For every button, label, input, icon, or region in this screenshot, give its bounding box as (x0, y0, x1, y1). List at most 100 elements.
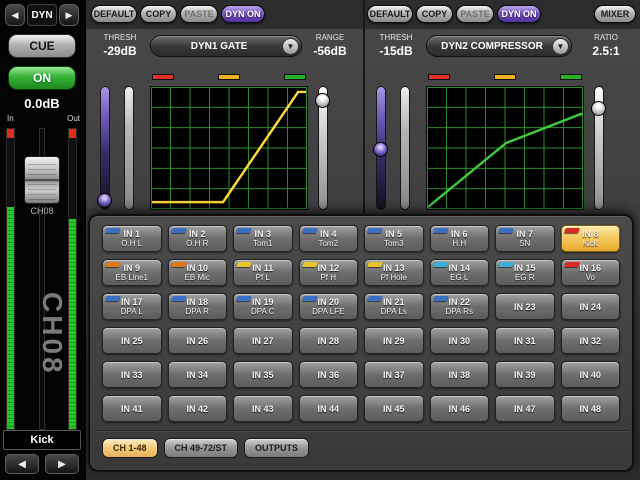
dyn2-type-selector[interactable]: DYN2 COMPRESSOR ▼ (426, 35, 572, 57)
channel-button[interactable]: IN 34 (168, 361, 228, 388)
channel-button[interactable]: IN 36 (299, 361, 359, 388)
channel-button[interactable]: IN 45 (364, 395, 424, 422)
channel-button[interactable]: IN 46 (430, 395, 490, 422)
dyn1-paste-button[interactable]: PASTE (180, 5, 218, 23)
channel-button[interactable]: IN 9 EB Line1 (102, 259, 162, 286)
channel-button[interactable]: IN 28 (299, 327, 359, 354)
channel-number: IN 8 (582, 229, 599, 239)
channel-button[interactable]: IN 4 Tom2 (299, 225, 359, 252)
dyn2-default-button[interactable]: DEFAULT (367, 5, 413, 23)
channel-button[interactable]: IN 14 EG L (430, 259, 490, 286)
channel-color-flag (236, 228, 252, 233)
output-meter (68, 128, 77, 430)
channel-button[interactable]: IN 6 H.H (430, 225, 490, 252)
dyn1-on-button[interactable]: DYN ON (221, 5, 265, 23)
channel-button[interactable]: IN 48 (561, 395, 621, 422)
channel-button[interactable]: IN 38 (430, 361, 490, 388)
channel-name: DPA C (251, 307, 274, 317)
channel-button[interactable]: IN 8 Kick (561, 225, 621, 252)
channel-button[interactable]: IN 13 Pf Hole (364, 259, 424, 286)
channel-name: DPA R (186, 307, 209, 317)
channel-number: IN 11 (252, 263, 273, 273)
dyn1-threshold-knob[interactable] (97, 193, 112, 208)
channel-button[interactable]: IN 26 (168, 327, 228, 354)
dyn2-paste-button[interactable]: PASTE (456, 5, 494, 23)
channel-button[interactable]: IN 22 DPA Rs (430, 293, 490, 320)
channel-button[interactable]: IN 16 Vo (561, 259, 621, 286)
channel-button[interactable]: IN 33 (102, 361, 162, 388)
channel-name: O.H R (186, 239, 208, 249)
gate-curve-plot (151, 87, 307, 209)
dyn1-range-knob[interactable] (315, 93, 330, 108)
channel-button[interactable]: IN 39 (495, 361, 555, 388)
channel-button[interactable]: IN 32 (561, 327, 621, 354)
channel-button[interactable]: IN 41 (102, 395, 162, 422)
channel-button[interactable]: IN 3 Tom1 (233, 225, 293, 252)
bank-tab[interactable]: CH 1-48 (102, 438, 158, 458)
channel-button[interactable]: IN 20 DPA LFE (299, 293, 359, 320)
channel-name: EB Mic (185, 273, 210, 283)
channel-color-flag (302, 262, 318, 267)
meter-fill (69, 219, 76, 429)
channel-number: IN 5 (385, 229, 402, 239)
dyn1-gr-meter (124, 86, 134, 210)
dyn2-threshold-knob[interactable] (373, 142, 388, 157)
channel-button[interactable]: IN 2 O.H R (168, 225, 228, 252)
dyn2-copy-button[interactable]: COPY (416, 5, 453, 23)
channel-button[interactable]: IN 17 DPA L (102, 293, 162, 320)
next-channel-button[interactable]: ▶ (45, 454, 79, 474)
channel-number: IN 35 (252, 370, 274, 380)
channel-button[interactable]: IN 15 EG R (495, 259, 555, 286)
channel-button[interactable]: IN 21 DPA Ls (364, 293, 424, 320)
channel-number: IN 46 (448, 404, 470, 414)
channel-button[interactable]: IN 10 EB Mic (168, 259, 228, 286)
channel-button[interactable]: IN 19 DPA C (233, 293, 293, 320)
channel-name: Tom1 (253, 239, 273, 249)
input-meter (6, 128, 15, 430)
channel-button[interactable]: IN 42 (168, 395, 228, 422)
channel-button[interactable]: IN 25 (102, 327, 162, 354)
channel-button[interactable]: IN 11 Pf L (233, 259, 293, 286)
prev-channel-button[interactable]: ◀ (5, 454, 39, 474)
channel-name: Pf L (256, 273, 270, 283)
channel-button[interactable]: IN 7 SN (495, 225, 555, 252)
view-prev-button[interactable]: ◀ (5, 4, 25, 26)
channel-button[interactable]: IN 44 (299, 395, 359, 422)
channel-name: EB Line1 (116, 273, 148, 283)
channel-color-flag (171, 228, 187, 233)
channel-button[interactable]: IN 30 (430, 327, 490, 354)
channel-button[interactable]: IN 40 (561, 361, 621, 388)
dyn1-threshold-slider[interactable] (100, 86, 110, 210)
channel-name: Pf H (320, 273, 336, 283)
dyn1-default-button[interactable]: DEFAULT (91, 5, 137, 23)
gate-graph (150, 86, 308, 210)
bank-tab[interactable]: OUTPUTS (244, 438, 309, 458)
mixer-button[interactable]: MIXER (594, 5, 636, 23)
on-button[interactable]: ON (8, 66, 76, 90)
cue-button[interactable]: CUE (8, 34, 76, 58)
channel-button[interactable]: IN 18 DPA R (168, 293, 228, 320)
fader-channel-label: CH08 (0, 206, 84, 216)
fader-handle[interactable] (24, 156, 60, 204)
channel-button[interactable]: IN 35 (233, 361, 293, 388)
channel-button[interactable]: IN 24 (561, 293, 621, 320)
channel-button[interactable]: IN 1 O.H L (102, 225, 162, 252)
tabs-divider (94, 430, 628, 432)
channel-number: IN 1 (123, 229, 140, 239)
channel-button[interactable]: IN 5 Tom3 (364, 225, 424, 252)
bank-tab[interactable]: CH 49-72/ST (164, 438, 239, 458)
channel-button[interactable]: IN 47 (495, 395, 555, 422)
channel-button[interactable]: IN 12 Pf H (299, 259, 359, 286)
channel-button[interactable]: IN 23 (495, 293, 555, 320)
channel-button[interactable]: IN 31 (495, 327, 555, 354)
channel-button[interactable]: IN 27 (233, 327, 293, 354)
channel-button[interactable]: IN 43 (233, 395, 293, 422)
view-next-button[interactable]: ▶ (59, 4, 79, 26)
channel-number: IN 40 (579, 370, 601, 380)
channel-button[interactable]: IN 37 (364, 361, 424, 388)
dyn1-copy-button[interactable]: COPY (140, 5, 177, 23)
channel-button[interactable]: IN 29 (364, 327, 424, 354)
dyn1-type-selector[interactable]: DYN1 GATE ▼ (150, 35, 302, 57)
dyn2-ratio-knob[interactable] (591, 101, 606, 116)
dyn2-on-button[interactable]: DYN ON (497, 5, 541, 23)
